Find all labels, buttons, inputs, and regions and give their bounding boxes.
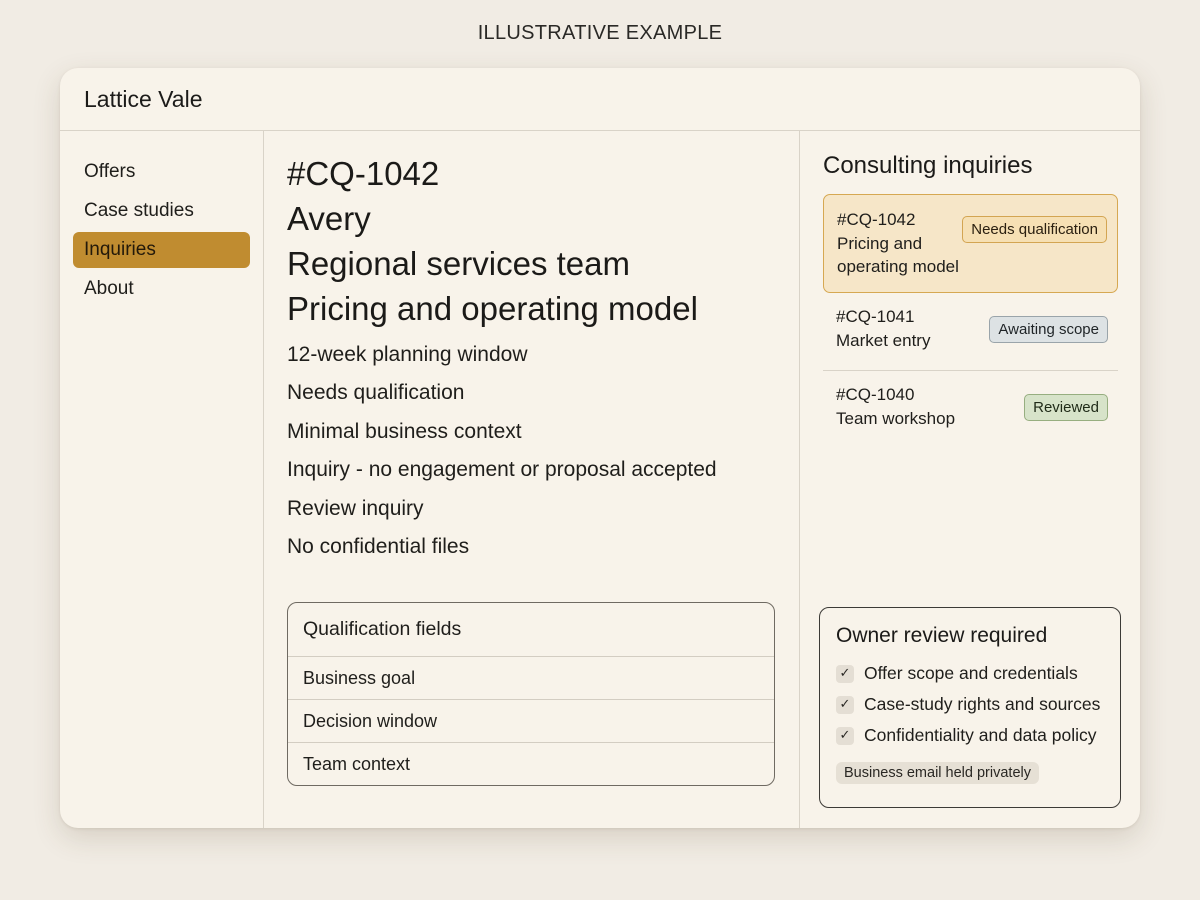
- status-badge: Awaiting scope: [989, 316, 1108, 343]
- check-item-case-study-rights: ✓ Case-study rights and sources: [836, 689, 1104, 720]
- check-item-confidentiality: ✓ Confidentiality and data policy: [836, 720, 1104, 751]
- status-badge: Reviewed: [1024, 394, 1108, 421]
- inquiry-card-cq-1041[interactable]: #CQ-1041 Market entry Awaiting scope: [823, 293, 1118, 371]
- fact-status: Needs qualification: [287, 381, 465, 405]
- inquiry-card-cq-1040[interactable]: #CQ-1040 Team workshop Reviewed: [823, 371, 1118, 449]
- fact-planning-window: 12-week planning window: [287, 343, 528, 366]
- owner-review-panel: Owner review required ✓ Offer scope and …: [819, 607, 1121, 808]
- check-icon: ✓: [836, 695, 854, 714]
- inquiry-detail: #CQ-1042 Avery Regional services team Pr…: [264, 131, 800, 828]
- check-item-label: Confidentiality and data policy: [864, 725, 1097, 745]
- inquiry-name: Avery: [287, 200, 371, 237]
- inquiry-team: Regional services team: [287, 245, 630, 282]
- status-badge: Needs qualification: [962, 216, 1107, 243]
- fact-engagement: Inquiry - no engagement or proposal acce…: [287, 458, 717, 482]
- sidebar: Offers Case studies Inquiries About: [60, 131, 264, 828]
- illustrative-banner: ILLUSTRATIVE EXAMPLE: [477, 22, 723, 44]
- fact-files: No confidential files: [287, 535, 470, 559]
- qualification-field-team-context[interactable]: Team context: [288, 742, 774, 785]
- fact-context: Minimal business context: [287, 419, 522, 443]
- inquiries-panel: Consulting inquiries #CQ-1042 Pricing an…: [800, 131, 1140, 828]
- check-icon: ✓: [836, 664, 854, 683]
- qualification-field-decision-window[interactable]: Decision window: [288, 699, 774, 742]
- inquiry-id: #CQ-1042: [287, 155, 440, 192]
- app-title: Lattice Vale: [84, 85, 203, 112]
- inquiry-facts: 12-week planning window Needs qualificat…: [287, 336, 799, 566]
- check-item-label: Case-study rights and sources: [864, 694, 1101, 714]
- sidebar-item-offers[interactable]: Offers: [73, 154, 250, 190]
- inquiry-topic: Pricing and operating model: [287, 290, 698, 327]
- qualification-fields-panel: Qualification fields Business goal Decis…: [287, 602, 775, 786]
- sidebar-item-case-studies[interactable]: Case studies: [73, 193, 250, 229]
- app-body: Offers Case studies Inquiries About #CQ-…: [60, 131, 1140, 828]
- app-header: Lattice Vale: [60, 68, 1140, 131]
- check-icon: ✓: [836, 726, 854, 745]
- qualification-field-business-goal[interactable]: Business goal: [288, 656, 774, 699]
- check-item-offer-scope: ✓ Offer scope and credentials: [836, 658, 1104, 689]
- inquiry-card-cq-1042[interactable]: #CQ-1042 Pricing and operating model Nee…: [823, 194, 1118, 293]
- qualification-title: Qualification fields: [303, 618, 462, 640]
- check-item-label: Offer scope and credentials: [864, 663, 1078, 683]
- sidebar-item-inquiries[interactable]: Inquiries: [73, 232, 250, 268]
- inquiry-card-line2: operating model: [837, 257, 959, 276]
- inquiries-title: Consulting inquiries: [823, 152, 1033, 179]
- owner-review-title: Owner review required: [836, 624, 1048, 647]
- private-email-note: Business email held privately: [836, 762, 1039, 784]
- fact-action: Review inquiry: [287, 496, 424, 520]
- app-window: Lattice Vale Offers Case studies Inquiri…: [60, 68, 1140, 828]
- sidebar-item-about[interactable]: About: [73, 271, 250, 307]
